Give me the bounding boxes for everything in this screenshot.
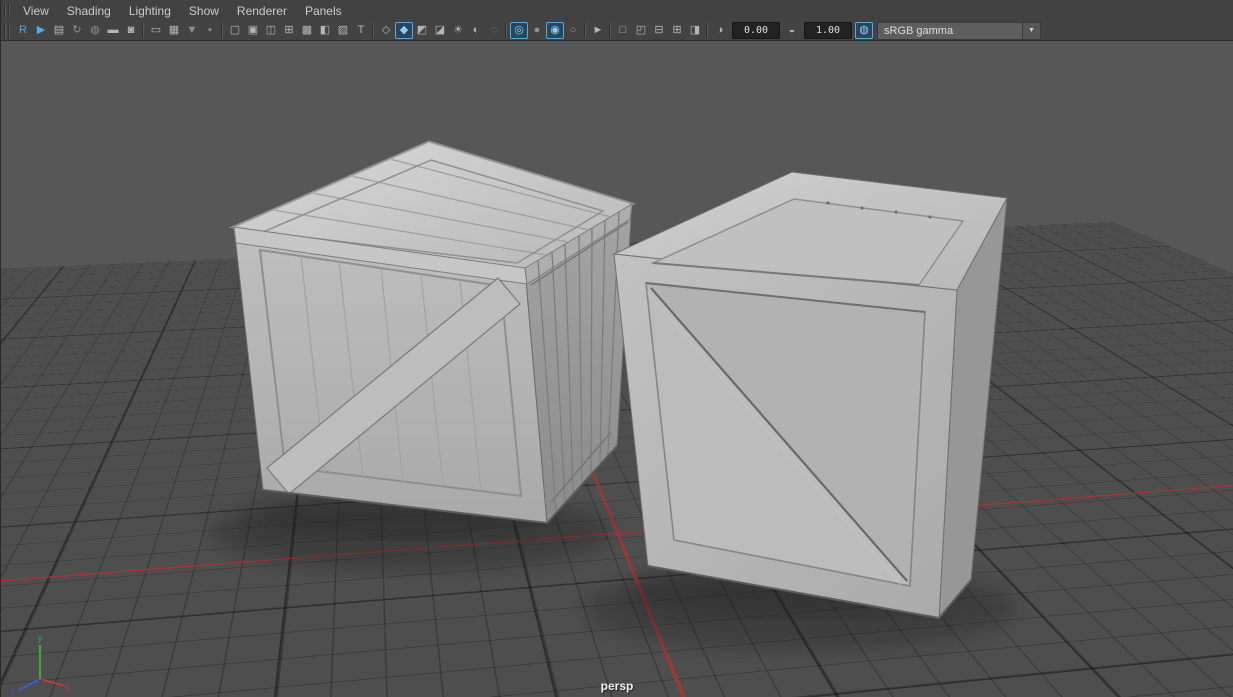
camera-name-label: persp	[600, 679, 634, 693]
four-pane-icon[interactable]: ⊞	[668, 22, 686, 39]
toolbar-separator	[582, 23, 589, 38]
menu-show[interactable]: Show	[180, 1, 228, 21]
motion-blur-icon[interactable]: ●	[528, 22, 546, 39]
safe-action-icon[interactable]: ▩	[298, 22, 316, 39]
view-transform-value: sRGB gamma	[884, 24, 954, 37]
view-axis-indicator: y x z	[11, 634, 70, 695]
perspective-viewport[interactable]: y x z persp	[1, 40, 1233, 697]
viewport-toolbar: R▶▤↻◍▬◙▭▦▼▪▢▣◫⊞▩◧▨T◇◆◩◪☀◐◌◎●◉○►□◰⊟⊞◨ ◑ ◒…	[1, 21, 1233, 41]
menu-view[interactable]: View	[14, 1, 58, 21]
field-chart-icon[interactable]: ⊞	[280, 22, 298, 39]
snapshot-icon[interactable]: ▤	[50, 22, 68, 39]
toolbar-icons: R ▶ ▤ ↻ ◍ ▬ ◙ ▭ ▦ ▼ ▪ ▢ ▣ ◫ ⊞ ▩ ◧ ▨ T ◇ ◆ ◩ ◪ ☀ ◐ ◌ ◎ ● ◉ ○ ► □ ◰ ⊟ ⊞ ◨	[14, 22, 711, 39]
chevron-down-icon[interactable]: ▼	[1022, 22, 1040, 39]
fill-gate-icon[interactable]: ▨	[334, 22, 352, 39]
camera-icon[interactable]: ◙	[122, 22, 140, 39]
toolbar-separator	[704, 23, 711, 38]
svg-text:x: x	[66, 683, 70, 692]
film-gate-icon[interactable]: ▢	[226, 22, 244, 39]
toolbar-separator	[370, 23, 377, 38]
clapperboard-icon[interactable]: ▭	[147, 22, 165, 39]
stacked-pane-icon[interactable]: ⊟	[650, 22, 668, 39]
maya-viewport-panel: View Shading Lighting Show Renderer Panels R ▶…	[0, 0, 1233, 697]
svg-text:z: z	[11, 687, 15, 695]
bookmark-icon[interactable]: ▼	[183, 22, 201, 39]
render-view-icon[interactable]: ▶	[32, 22, 50, 39]
menu-renderer[interactable]: Renderer	[228, 1, 296, 21]
gate-mask-icon[interactable]: ◫	[262, 22, 280, 39]
exposure-field[interactable]	[732, 22, 780, 39]
view-transform-dropdown[interactable]: sRGB gamma ▼	[877, 21, 1041, 40]
ipr-refresh-icon[interactable]: ↻	[68, 22, 86, 39]
view-transform-icon[interactable]: ◍	[855, 22, 873, 39]
film-slate-icon[interactable]: ▬	[104, 22, 122, 39]
outliner-pane-icon[interactable]: ◨	[686, 22, 704, 39]
xray-icon[interactable]: ○	[564, 22, 582, 39]
menu-lighting[interactable]: Lighting	[120, 1, 180, 21]
filmstrip-icon[interactable]: ▦	[165, 22, 183, 39]
pin-icon[interactable]: ▪	[201, 22, 219, 39]
gamma-field[interactable]	[804, 22, 852, 39]
two-pane-icon[interactable]: ◰	[632, 22, 650, 39]
scene-geometry	[211, 140, 1016, 650]
select-tool-icon[interactable]: ►	[589, 22, 607, 39]
renderman-logo-icon[interactable]: R	[14, 22, 32, 39]
right-crate-model[interactable]	[612, 171, 1008, 620]
menu-shading[interactable]: Shading	[58, 1, 120, 21]
svg-text:y: y	[38, 634, 42, 643]
textured-cube-icon[interactable]: ◩	[413, 22, 431, 39]
shaded-cube-icon[interactable]: ◆	[395, 22, 413, 39]
panel-menus: View Shading Lighting Show Renderer Panels	[14, 1, 351, 21]
toolbar-separator	[503, 23, 510, 38]
ssao-sphere-icon[interactable]: ◎	[510, 22, 528, 39]
antialias-sphere-icon[interactable]: ◉	[546, 22, 564, 39]
resolution-gate-icon[interactable]: ▣	[244, 22, 262, 39]
single-pane-icon[interactable]: □	[614, 22, 632, 39]
toolbar-separator	[140, 23, 147, 38]
text-overlay-icon[interactable]: T	[352, 22, 370, 39]
toolbar-separator	[219, 23, 226, 38]
shadows-icon[interactable]: ◐	[467, 22, 485, 39]
occlusion-sphere-icon[interactable]: ◌	[485, 22, 503, 39]
globe-icon[interactable]: ◍	[86, 22, 104, 39]
exposure-icon[interactable]: ◑	[711, 22, 729, 39]
left-crate-model[interactable]	[228, 140, 636, 525]
toolbar-drag-handle[interactable]	[4, 23, 11, 38]
material-cube-icon[interactable]: ◪	[431, 22, 449, 39]
wireframe-cube-icon[interactable]: ◇	[377, 22, 395, 39]
toolbar-separator	[607, 23, 614, 38]
panel-menubar: View Shading Lighting Show Renderer Panels	[1, 0, 1233, 22]
menu-panels[interactable]: Panels	[296, 1, 351, 21]
use-all-lights-icon[interactable]: ☀	[449, 22, 467, 39]
safe-title-icon[interactable]: ◧	[316, 22, 334, 39]
gamma-icon[interactable]: ◒	[783, 22, 801, 39]
menubar-drag-handle[interactable]	[4, 3, 11, 18]
